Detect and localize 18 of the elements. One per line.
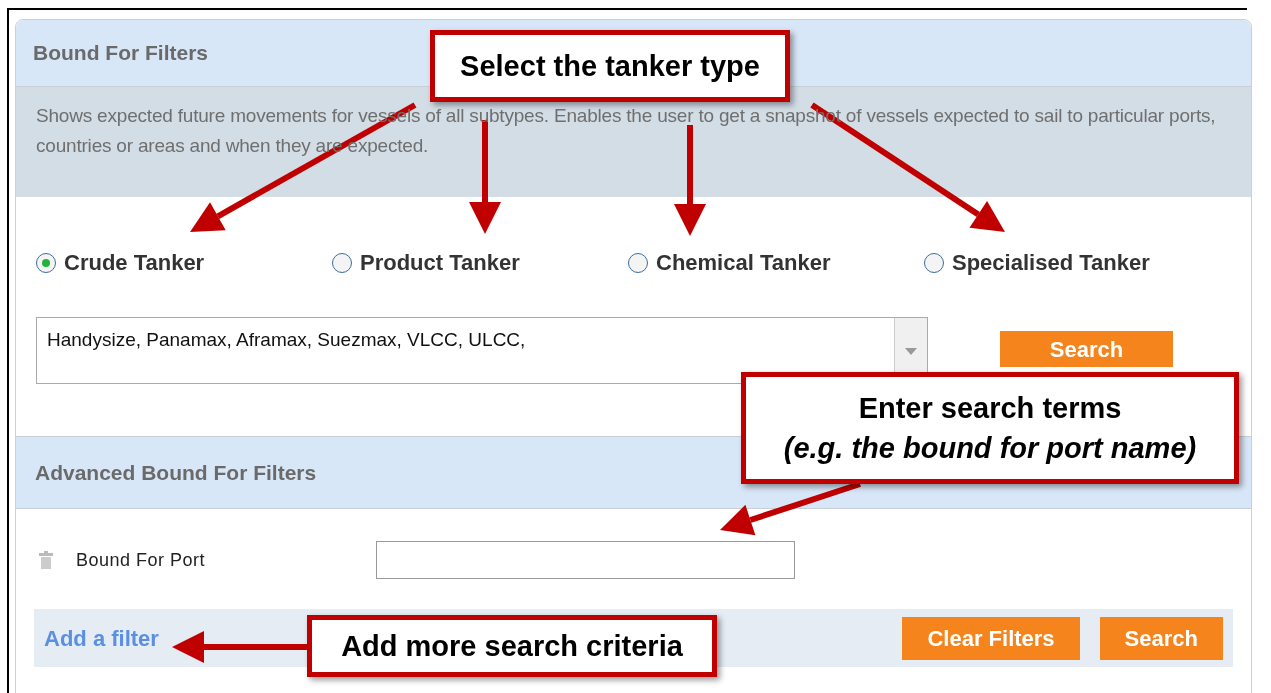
input-field[interactable] bbox=[376, 541, 795, 579]
panel-title: Bound For Filters bbox=[33, 40, 208, 67]
callout-text: Enter search terms bbox=[858, 391, 1122, 426]
radio-label[interactable]: Specialised Tanker bbox=[952, 246, 1150, 279]
radio-button[interactable] bbox=[924, 252, 944, 273]
filter-label: Bound For Port bbox=[76, 548, 207, 572]
subtype-select[interactable]: Handysize, Panamax, Aframax, Suezmax, VLCC, ULCC, bbox=[36, 317, 928, 384]
callout-text: Select the tanker type bbox=[460, 49, 760, 84]
radio-button[interactable] bbox=[36, 252, 56, 273]
radio-label[interactable]: Crude Tanker bbox=[64, 246, 205, 279]
radio-button[interactable] bbox=[628, 252, 648, 273]
section-title: Advanced Bound For Filters bbox=[35, 459, 317, 486]
caret-icon bbox=[905, 348, 917, 355]
callout-text: Add more search criteria bbox=[341, 629, 683, 664]
callout-text: (e.g. the bound for port name) bbox=[783, 431, 1197, 466]
radio-label[interactable]: Product Tanker bbox=[360, 246, 520, 279]
radio-label[interactable]: Chemical Tanker bbox=[656, 246, 831, 279]
radio-button[interactable] bbox=[332, 252, 352, 273]
